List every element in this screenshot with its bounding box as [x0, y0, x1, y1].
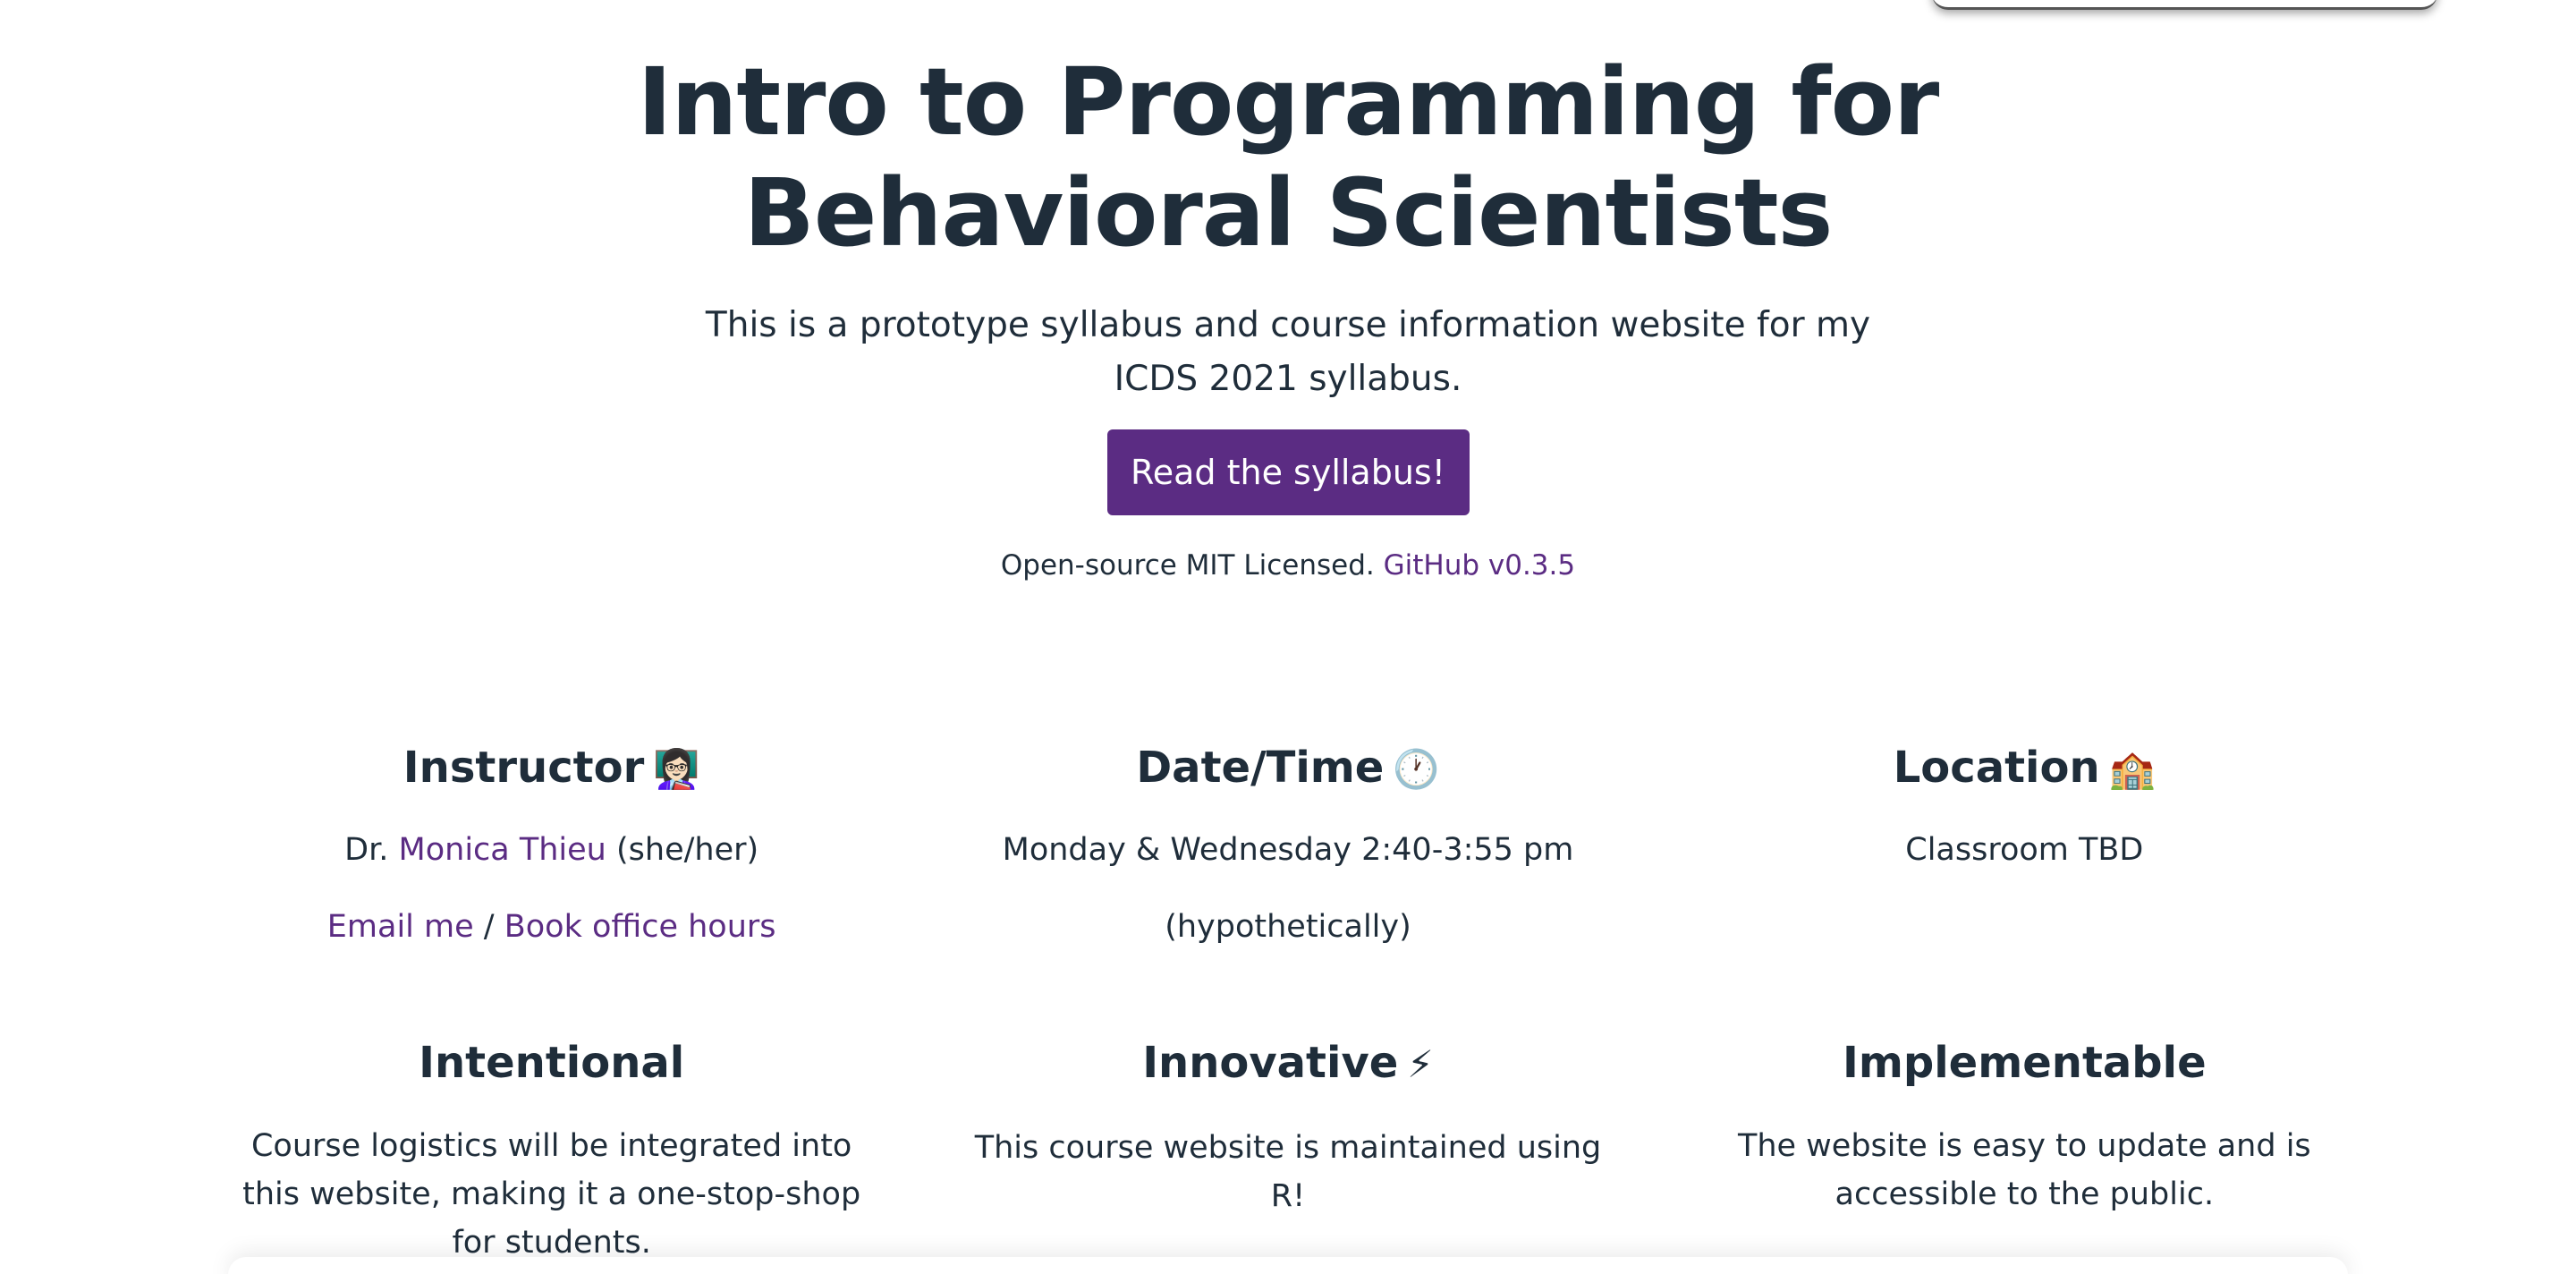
- location-title: Location: [1893, 743, 2100, 793]
- github-link[interactable]: GitHub v0.3.5: [1384, 549, 1576, 582]
- course-info-grid: Instructor 👩🏻‍🏫 Dr. Monica Thieu (she/her…: [183, 732, 2393, 950]
- school-icon: 🏫: [2108, 747, 2156, 791]
- contact-separator: /: [483, 909, 495, 945]
- schedule-text: Monday & Wednesday 2:40-3:55 pm: [1002, 832, 1574, 868]
- feature-text: The website is easy to update and is acc…: [1737, 1128, 2311, 1212]
- hero-description: This is a prototype syllabus and course …: [705, 305, 1871, 399]
- instructor-name-link[interactable]: Monica Thieu: [399, 832, 606, 868]
- location-heading: Location 🏫: [1657, 732, 2393, 805]
- page-title: Intro to Programming for Behavioral Scie…: [637, 47, 1940, 268]
- datetime-column: Date/Time 🕐 Monday & Wednesday 2:40-3:55 …: [919, 732, 1656, 950]
- lightning-icon: ⚡: [1407, 1042, 1434, 1086]
- office-hours-link[interactable]: Book office hours: [504, 909, 776, 945]
- license-line: Open-source MIT Licensed. GitHub v0.3.5: [0, 548, 2576, 583]
- instructor-column: Instructor 👩🏻‍🏫 Dr. Monica Thieu (she/her…: [183, 732, 919, 950]
- read-syllabus-button[interactable]: Read the syllabus!: [1106, 429, 1470, 515]
- location-column: Location 🏫 Classroom TBD: [1657, 732, 2393, 950]
- license-text: Open-source MIT Licensed.: [1000, 549, 1375, 582]
- features-grid: Intentional Course logistics will be int…: [183, 1027, 2393, 1267]
- schedule-note: (hypothetically): [1165, 909, 1411, 945]
- location-text: Classroom TBD: [1905, 832, 2144, 868]
- clock-icon: 🕐: [1393, 747, 1440, 791]
- overlay-panel-edge: [1932, 0, 2437, 10]
- bottom-card-edge: [228, 1257, 2348, 1274]
- instructor-heading: Instructor 👩🏻‍🏫: [183, 732, 919, 805]
- feature-intentional: Intentional Course logistics will be int…: [183, 1027, 919, 1267]
- email-link[interactable]: Email me: [327, 909, 474, 945]
- feature-title: Intentional: [419, 1038, 685, 1088]
- datetime-heading: Date/Time 🕐: [919, 732, 1656, 805]
- page: Intro to Programming for Behavioral Scie…: [0, 0, 2576, 1274]
- feature-text: Course logistics will be integrated into…: [242, 1128, 861, 1261]
- feature-text: This course website is maintained using …: [974, 1130, 1602, 1214]
- datetime-title: Date/Time: [1136, 743, 1385, 793]
- feature-title: Innovative: [1142, 1038, 1399, 1088]
- instructor-title: Instructor: [402, 743, 645, 793]
- feature-implementable: Implementable The website is easy to upd…: [1657, 1027, 2393, 1267]
- instructor-pronouns: (she/her): [616, 832, 759, 868]
- teacher-icon: 👩🏻‍🏫: [653, 747, 700, 791]
- feature-heading: Innovative ⚡: [919, 1027, 1656, 1100]
- instructor-contact-line: Email me / Book office hours: [183, 904, 919, 950]
- instructor-prefix: Dr.: [344, 832, 389, 868]
- feature-innovative: Innovative ⚡ This course website is maint…: [919, 1027, 1656, 1267]
- instructor-name-line: Dr. Monica Thieu (she/her): [183, 827, 919, 873]
- hero-section: Intro to Programming for Behavioral Scie…: [0, 47, 2576, 583]
- feature-title: Implementable: [1842, 1038, 2207, 1088]
